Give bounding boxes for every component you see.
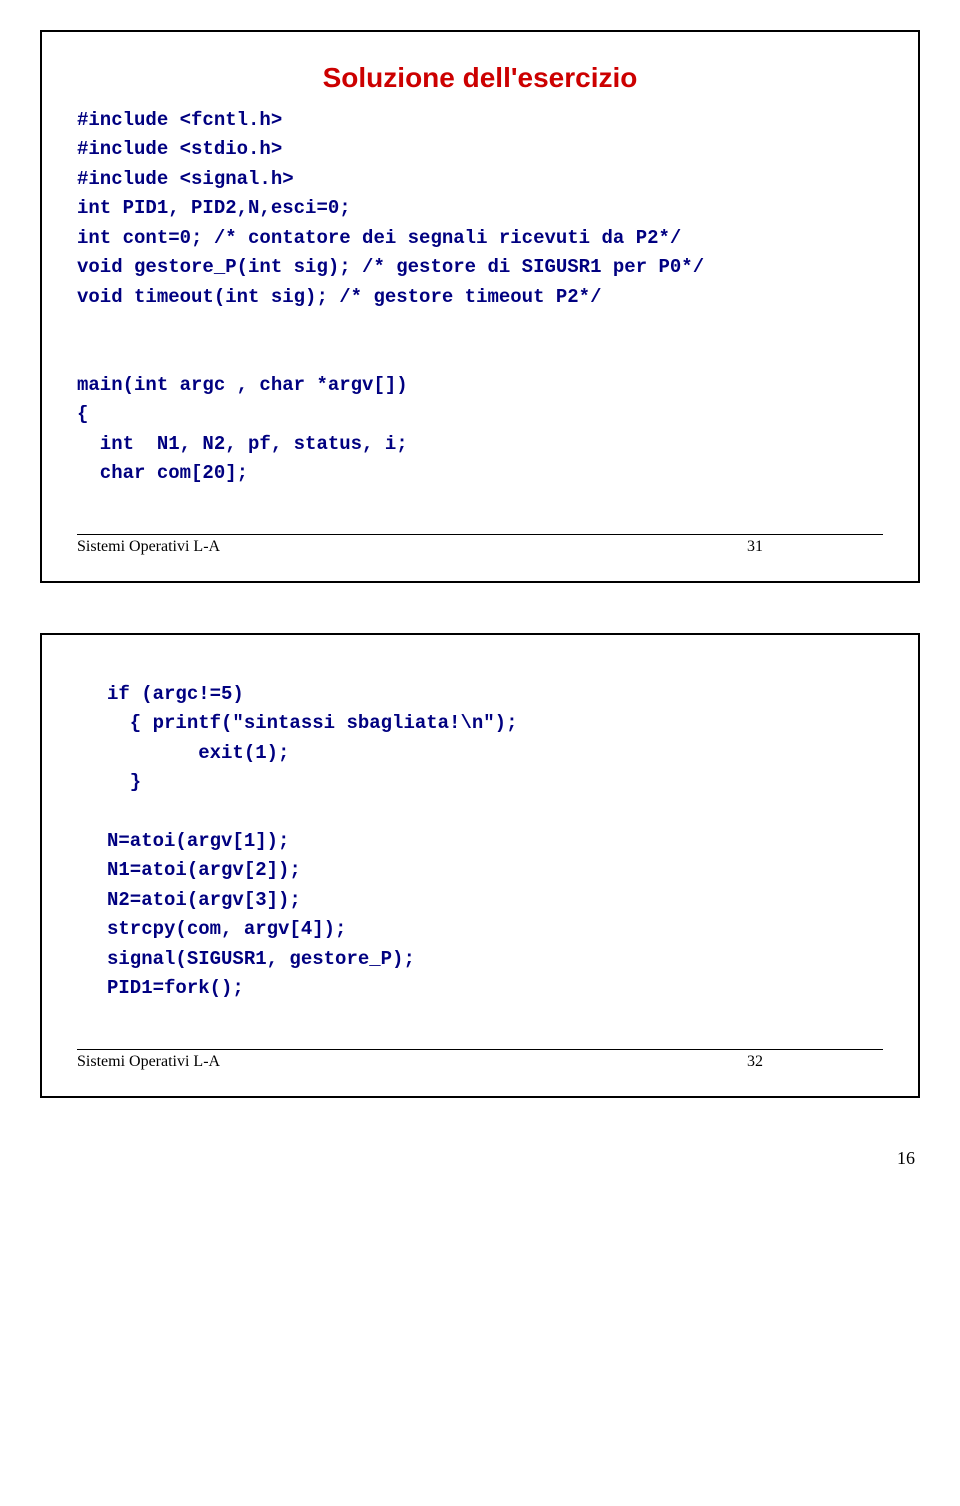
slide-footer: Sistemi Operativi L-A 31 (77, 534, 883, 556)
slide-title: Soluzione dell'esercizio (77, 62, 883, 94)
code-block-1: #include <fcntl.h> #include <stdio.h> #i… (77, 106, 883, 489)
document-page-number: 16 (0, 1148, 915, 1169)
slide-1: Soluzione dell'esercizio #include <fcntl… (40, 30, 920, 583)
footer-line: Sistemi Operativi L-A 32 (77, 1049, 883, 1071)
slide-2: if (argc!=5) { printf("sintassi sbagliat… (40, 633, 920, 1098)
footer-page-num: 31 (747, 538, 763, 556)
footer-line: Sistemi Operativi L-A 31 (77, 534, 883, 556)
slide-footer: Sistemi Operativi L-A 32 (77, 1049, 883, 1071)
footer-label: Sistemi Operativi L-A (77, 538, 220, 556)
code-block-2: if (argc!=5) { printf("sintassi sbagliat… (107, 680, 883, 1004)
footer-label: Sistemi Operativi L-A (77, 1053, 220, 1071)
footer-page-num: 32 (747, 1053, 763, 1071)
